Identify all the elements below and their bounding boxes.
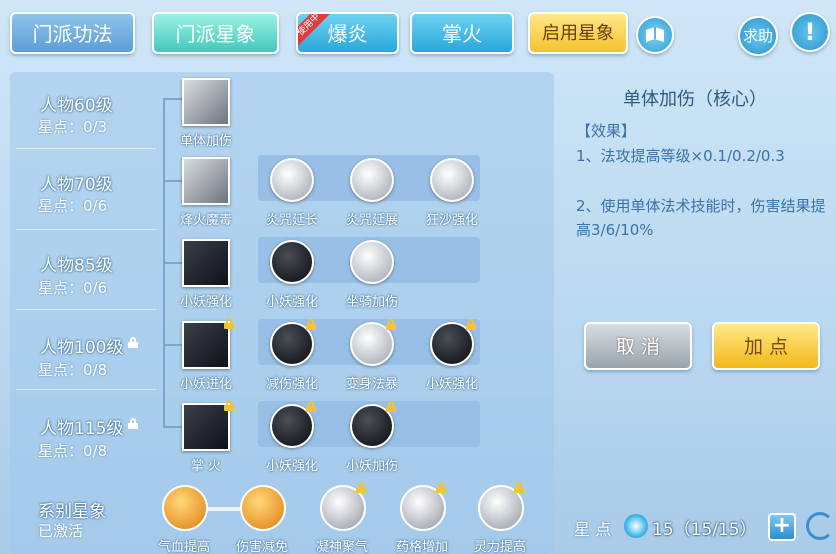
lock-icon [128,337,138,348]
divider [16,309,156,310]
series-label: 气血提高 [157,540,210,554]
series-label: 灵力提高 [473,540,526,554]
skill-label: 小妖加伤 [345,459,398,474]
level-85-stars: 星点：0/6 [38,279,108,297]
skill-kuangsha-icon[interactable] [430,158,474,202]
tree-connector [163,262,183,264]
armor-icon[interactable] [240,485,286,531]
star-points-value: 15（15/15） [652,520,757,540]
tree-connector [163,344,183,346]
skill-label: 小妖进化 [179,377,232,392]
skill-imp-enhance-icon[interactable] [270,240,314,284]
enable-constellation-button[interactable]: 启用星象 [528,12,628,54]
star-points-label: 星 点 [574,520,612,539]
lock-icon [306,401,316,412]
lock-icon [356,482,366,493]
level-70-label: 人物70级 [40,175,113,195]
skill-label: 小妖强化 [179,295,232,310]
level-60-stars: 星点：0/3 [38,118,108,136]
skill-single-damage-icon[interactable] [182,78,230,126]
lock-icon [224,400,234,411]
skill-fenghuo-icon[interactable] [182,157,230,205]
lock-icon [466,319,476,330]
lock-icon [436,482,446,493]
level-100-label: 人物100级 [40,338,124,358]
level-115-label: 人物115级 [40,419,124,439]
add-star-point-button[interactable]: + [768,513,796,541]
tab-zhanghuo[interactable]: 掌火 [410,12,514,54]
skill-imp-enhance-icon[interactable] [182,239,230,287]
skill-yanzhou-expand-icon[interactable] [350,158,394,202]
effect-line-1: 1、法攻提高等级×0.1/0.2/0.3 [576,147,785,165]
lock-icon [128,418,138,429]
skill-label: 掌 火 [190,459,222,474]
constellation-tree-panel [10,72,554,554]
tree-connector [163,426,183,428]
series-status: 已激活 [38,522,84,540]
skill-label: 狂沙强化 [425,213,478,228]
tab-baoyan[interactable]: 使用中 爆炎 [296,12,399,54]
add-point-button[interactable]: 加 点 [712,322,820,370]
skill-label: 小妖强化 [265,295,318,310]
detail-title: 单体加伤（核心） [623,89,767,110]
divider [16,229,156,230]
effect-line-2: 2、使用单体法术技能时，伤害结果提高3/6/10% [576,197,826,239]
skill-label: 炎咒延长 [265,213,318,228]
skill-zhanghuo-icon[interactable] [182,403,230,451]
tab-baoyan-label: 爆炎 [327,22,368,46]
series-label: 药格增加 [395,540,448,554]
skill-label: 坐骑加伤 [345,295,398,310]
series-label: 凝神聚气 [315,540,368,554]
help-button[interactable]: 求助 [738,16,778,56]
skill-label: 小妖强化 [265,459,318,474]
skill-mount-damage-icon[interactable] [350,240,394,284]
cancel-button[interactable]: 取 消 [584,322,692,370]
lock-icon [224,318,234,329]
tab-sect-constellation[interactable]: 门派星象 [152,12,279,54]
lock-icon [386,401,396,412]
skill-label: 变身法暴 [345,377,398,392]
level-100-stars: 星点：0/8 [38,361,108,379]
heart-icon[interactable] [162,485,208,531]
skill-label: 烽火魔毒 [179,213,232,228]
series-label: 伤害减免 [235,540,288,554]
book-icon[interactable] [636,16,674,54]
divider [16,148,156,149]
skill-label: 小妖强化 [425,377,478,392]
lock-icon [306,319,316,330]
level-85-label: 人物85级 [40,256,113,276]
skill-imp-evolve-icon[interactable] [182,321,230,369]
refresh-icon[interactable] [806,512,834,540]
level-115-stars: 星点：0/8 [38,442,108,460]
skill-label: 单体加伤 [179,134,232,149]
tree-connector [163,180,183,182]
skill-label: 炎咒延展 [345,213,398,228]
star-point-icon [624,514,648,538]
effect-heading: 【效果】 [576,122,637,140]
series-title: 系别星象 [38,502,106,522]
info-button[interactable]: ! [790,12,830,52]
tab-sect-skills[interactable]: 门派功法 [10,12,135,54]
lock-icon [386,319,396,330]
in-use-badge: 使用中 [298,14,332,48]
level-70-stars: 星点：0/6 [38,197,108,215]
skill-label: 减伤强化 [265,377,318,392]
divider [16,389,156,390]
tree-connector [163,98,183,100]
skill-yanzhou-extend-icon[interactable] [270,158,314,202]
level-60-label: 人物60级 [40,96,113,116]
lock-icon [514,482,524,493]
